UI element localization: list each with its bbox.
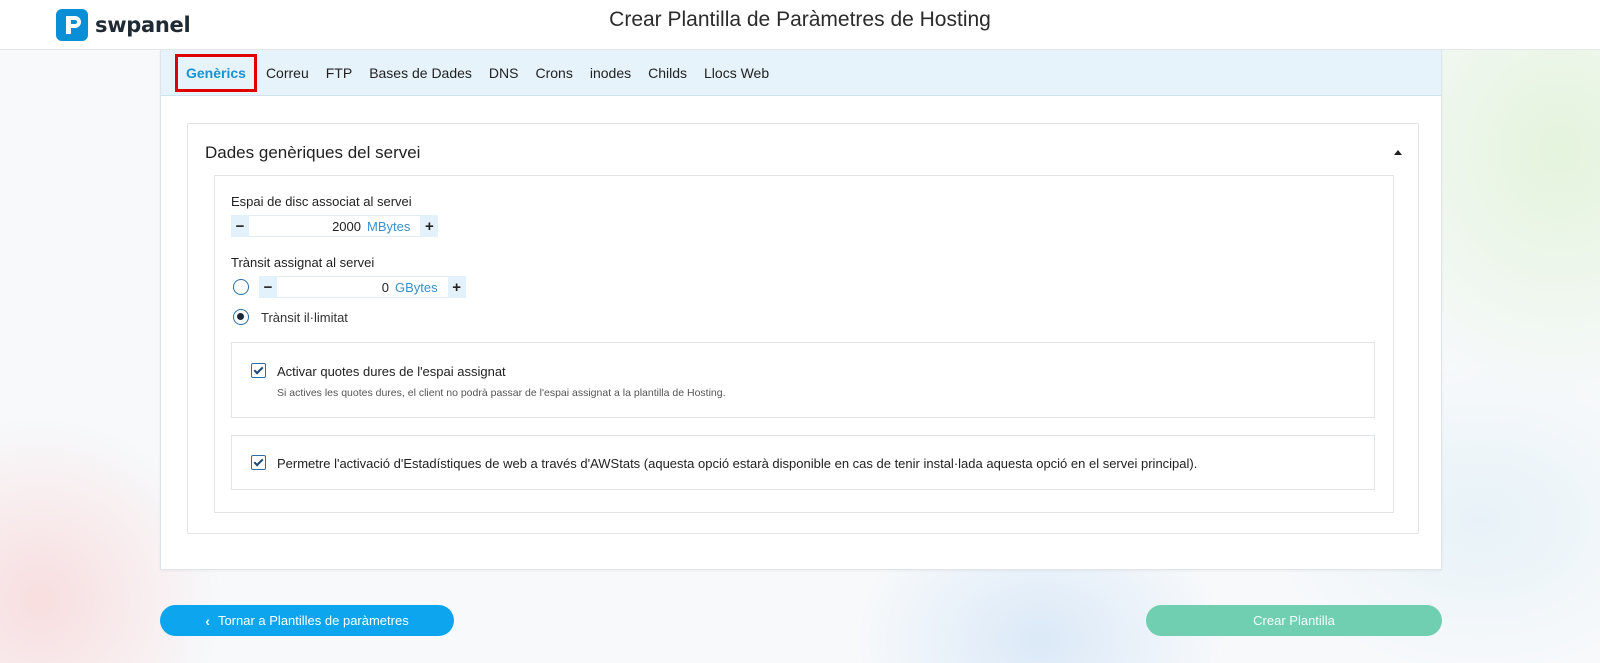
back-to-templates-button[interactable]: ‹ Tornar a Plantilles de paràmetres xyxy=(160,605,454,636)
section-title: Dades genèriques del servei xyxy=(205,143,421,162)
disk-space-input[interactable]: 2000 xyxy=(249,215,367,237)
back-button-label: Tornar a Plantilles de paràmetres xyxy=(217,613,409,628)
template-form-card: Genèrics Correu FTP Bases de Dades DNS C… xyxy=(160,50,1442,570)
disk-unit: MBytes xyxy=(367,215,421,237)
tab-ftp[interactable]: FTP xyxy=(326,65,352,81)
transit-unit: GBytes xyxy=(395,276,448,298)
hard-quota-title: Activar quotes dures de l'espai assignat xyxy=(277,364,506,379)
page-title: Crear Plantilla de Paràmetres de Hosting xyxy=(609,8,991,31)
tab-crons[interactable]: Crons xyxy=(535,65,572,81)
transit-increment-button[interactable]: + xyxy=(447,276,466,298)
tab-inodes[interactable]: inodes xyxy=(590,65,631,81)
top-header: swpanel Crear Plantilla de Paràmetres de… xyxy=(0,0,1600,50)
transit-input[interactable]: 0 xyxy=(277,276,395,298)
transit-limited-radio[interactable] xyxy=(233,279,249,295)
chevron-left-icon: ‹ xyxy=(205,612,210,629)
awstats-title: Permetre l'activació d'Estadístiques de … xyxy=(277,456,1198,471)
tab-dns[interactable]: DNS xyxy=(489,65,519,81)
transit-stepper: − 0 GBytes + xyxy=(259,276,466,298)
tab-llocs-web[interactable]: Llocs Web xyxy=(704,65,769,81)
transit-decrement-button[interactable]: − xyxy=(259,276,277,298)
create-template-button[interactable]: Crear Plantilla xyxy=(1146,605,1442,636)
tab-bar: Genèrics Correu FTP Bases de Dades DNS C… xyxy=(161,50,1441,96)
collapse-up-icon[interactable] xyxy=(1394,150,1402,155)
awstats-checkbox[interactable] xyxy=(251,455,266,470)
disk-space-label: Espai de disc associat al servei xyxy=(231,194,412,209)
disk-space-stepper: − 2000 MBytes + xyxy=(231,215,439,237)
tab-generics[interactable]: Genèrics xyxy=(175,53,257,92)
disk-increment-button[interactable]: + xyxy=(420,215,439,237)
hard-quota-description: Si actives les quotes dures, el client n… xyxy=(277,387,726,399)
awstats-option: Permetre l'activació d'Estadístiques de … xyxy=(231,435,1375,490)
transit-unlimited-radio[interactable] xyxy=(233,309,249,325)
tab-correu[interactable]: Correu xyxy=(266,65,309,81)
tab-childs[interactable]: Childs xyxy=(648,65,687,81)
transit-unlimited-label: Trànsit il·limitat xyxy=(261,310,348,325)
hard-quota-checkbox[interactable] xyxy=(251,363,266,378)
tab-bases-de-dades[interactable]: Bases de Dades xyxy=(369,65,472,81)
generic-data-section: Dades genèriques del servei Espai de dis… xyxy=(187,123,1419,534)
transit-label: Trànsit assignat al servei xyxy=(231,255,375,270)
disk-decrement-button[interactable]: − xyxy=(231,215,249,237)
hard-quota-option: Activar quotes dures de l'espai assignat… xyxy=(231,342,1375,418)
section-body: Espai de disc associat al servei − 2000 … xyxy=(214,175,1394,513)
